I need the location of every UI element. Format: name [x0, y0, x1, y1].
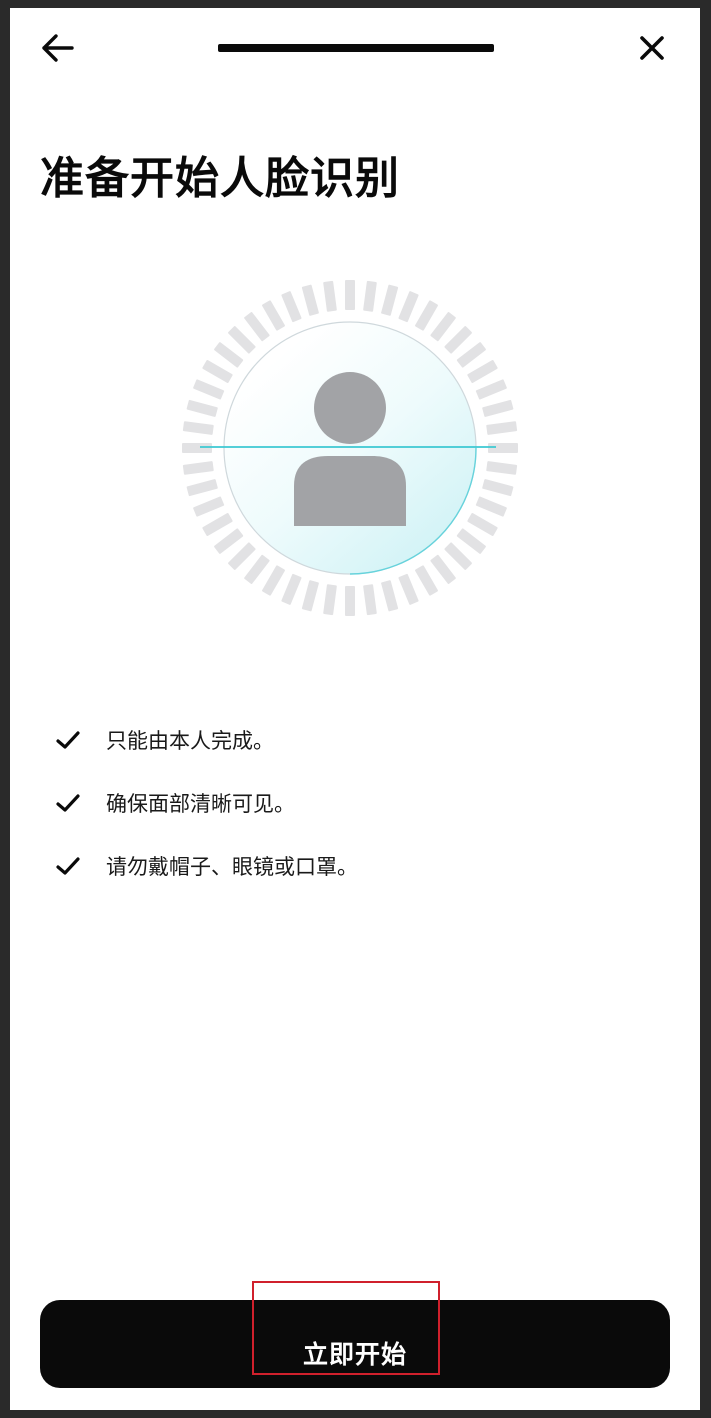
ring-dash: [381, 580, 399, 612]
ring-dash: [186, 399, 218, 417]
requirement-text: 请勿戴帽子、眼镜或口罩。: [106, 854, 358, 879]
list-item: 请勿戴帽子、眼镜或口罩。: [56, 834, 656, 897]
progress-bar: [218, 44, 494, 52]
checkmark-icon: [56, 728, 80, 752]
start-button-label: 立即开始: [302, 1340, 407, 1369]
ring-dash: [228, 542, 256, 570]
ring-dash: [186, 479, 218, 497]
ring-dash: [430, 312, 456, 342]
top-bar: [10, 8, 700, 88]
list-item: 只能由本人完成。: [56, 708, 656, 771]
requirement-text: 确保面部清晰可见。: [106, 791, 295, 816]
ring-dash: [475, 496, 507, 517]
ring-dash: [228, 326, 256, 354]
list-item: 确保面部清晰可见。: [56, 771, 656, 834]
close-icon: [640, 36, 664, 60]
checkmark-icon: [56, 854, 80, 878]
ring-dash: [444, 326, 472, 354]
ring-dash: [323, 584, 337, 616]
ring-dash: [202, 360, 233, 383]
ring-dash: [193, 496, 225, 517]
ring-dash: [415, 300, 438, 331]
ring-dash: [323, 280, 337, 312]
face-scan-graphic: [182, 280, 518, 616]
ring-dash: [301, 284, 319, 316]
ring-dash: [244, 312, 270, 342]
ring-dash: [482, 479, 514, 497]
ring-dash: [415, 565, 438, 596]
ring-dash: [398, 291, 419, 323]
ring-dash: [398, 573, 419, 605]
face-frame-circle: [223, 321, 477, 575]
ring-dash: [182, 421, 214, 435]
ring-dash: [430, 554, 456, 584]
ring-dash: [214, 528, 244, 554]
ring-dash: [193, 379, 225, 400]
ring-dash: [202, 513, 233, 536]
ring-dash: [475, 379, 507, 400]
ring-dash: [182, 443, 212, 453]
ring-dash: [262, 565, 285, 596]
checkmark-icon: [56, 791, 80, 815]
ring-dash: [456, 528, 486, 554]
arrow-left-icon: [42, 34, 74, 62]
page-title: 准备开始人脸识别: [40, 153, 400, 204]
face-verification-screen: 准备开始人脸识别 只能由本人完成。 确保面部清晰可见。 请勿戴帽子、眼镜或口罩。…: [10, 8, 700, 1410]
ring-dash: [345, 586, 355, 616]
ring-dash: [281, 291, 302, 323]
ring-dash: [244, 554, 270, 584]
ring-dash: [467, 513, 498, 536]
ring-dash: [456, 342, 486, 368]
ring-dash: [363, 584, 377, 616]
back-button[interactable]: [34, 28, 82, 68]
ring-dash: [345, 280, 355, 310]
requirements-list: 只能由本人完成。 确保面部清晰可见。 请勿戴帽子、眼镜或口罩。: [56, 708, 656, 897]
ring-dash: [281, 573, 302, 605]
start-now-button[interactable]: 立即开始: [40, 1300, 670, 1388]
ring-dash: [482, 399, 514, 417]
ring-dash: [486, 461, 518, 475]
ring-dash: [301, 580, 319, 612]
ring-dash: [214, 342, 244, 368]
close-button[interactable]: [628, 28, 676, 68]
ring-dash: [488, 443, 518, 453]
requirement-text: 只能由本人完成。: [106, 728, 274, 753]
ring-dash: [467, 360, 498, 383]
ring-dash: [486, 421, 518, 435]
ring-dash: [262, 300, 285, 331]
ring-dash: [363, 280, 377, 312]
ring-dash: [381, 284, 399, 316]
ring-dash: [444, 542, 472, 570]
ring-dash: [182, 461, 214, 475]
